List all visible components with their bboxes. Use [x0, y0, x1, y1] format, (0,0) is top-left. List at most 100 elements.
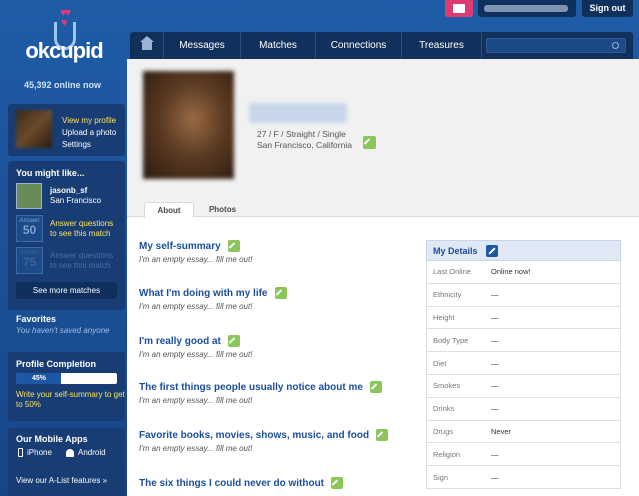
online-count: 45,392 online now [23, 80, 102, 90]
detail-value: — [491, 404, 499, 414]
detail-row: Height — [426, 306, 621, 330]
android-icon [66, 448, 74, 457]
settings-link[interactable]: Settings [62, 139, 116, 151]
favorites-title: Favorites [16, 314, 57, 324]
you-might-like-box: You might like... jasonb_sf San Francisc… [8, 161, 125, 310]
edit-pencil-icon[interactable] [274, 287, 287, 299]
detail-row: Diet — [426, 352, 621, 375]
detail-value: — [491, 472, 499, 482]
detail-value: — [491, 335, 499, 345]
detail-key: Diet [433, 358, 447, 368]
answer-card[interactable]: Answer 75 [16, 247, 43, 274]
sign-out-button[interactable]: Sign out [582, 0, 633, 17]
detail-value: Never [491, 426, 512, 436]
detail-row: Religion — [426, 443, 621, 467]
profile-basics-line1: 27 / F / Straight / Single [257, 129, 346, 139]
essay-title[interactable]: I'm really good at [139, 336, 221, 347]
logo-text: okcupid [25, 38, 103, 63]
answer-card[interactable]: Answer 50 [16, 215, 43, 242]
iphone-label: iPhone [27, 448, 52, 457]
detail-key: Drugs [433, 426, 454, 436]
my-profile-box: View my profile Upload a photo Settings [8, 104, 125, 156]
you-might-like-title: You might like... [16, 168, 85, 178]
detail-value: — [491, 290, 499, 300]
edit-pencil-icon[interactable] [376, 429, 389, 441]
nav-messages[interactable]: Messages [164, 32, 241, 59]
nav-matches[interactable]: Matches [241, 32, 316, 59]
okcupid-logo[interactable]: ♥♥ ♥ okcupid [14, 8, 114, 78]
detail-key: Religion [433, 449, 461, 459]
detail-row: Sign — [426, 466, 621, 489]
nav-treasures[interactable]: Treasures [402, 32, 482, 59]
essay-section: The first things people usually notice a… [139, 381, 382, 405]
mobile-apps-title: Our Mobile Apps [16, 434, 88, 444]
essay-section: I'm really good at I'm an empty essay...… [139, 335, 252, 359]
username-blurred [484, 5, 568, 12]
home-button[interactable] [130, 32, 164, 59]
profile-photo[interactable] [143, 71, 234, 179]
search-icon[interactable] [612, 42, 619, 49]
edit-pencil-icon[interactable] [369, 381, 382, 393]
android-label: Android [78, 448, 106, 457]
essay-title[interactable]: My self-summary [139, 241, 221, 252]
detail-key: Height [433, 312, 455, 322]
essay-section: The six things I could never do without [139, 477, 344, 489]
username-menu[interactable] [478, 0, 576, 17]
detail-row: Drinks — [426, 397, 621, 421]
edit-basics-pencil-icon[interactable] [363, 136, 376, 149]
detail-row: Ethnicity — [426, 283, 621, 307]
envelope-icon [453, 4, 465, 13]
answer-questions-link[interactable]: Answer questions to see this match [50, 219, 122, 239]
see-more-matches-button[interactable]: See more matches [16, 282, 117, 299]
messages-button[interactable] [445, 0, 473, 17]
match-username[interactable]: jasonb_sf [50, 186, 101, 196]
android-app-link[interactable]: Android [66, 448, 106, 457]
favorites-empty-text: You haven't saved anyone [16, 326, 110, 335]
detail-value: — [491, 358, 499, 368]
detail-value: Online now! [491, 267, 531, 277]
match-avatar[interactable] [16, 183, 42, 209]
edit-pencil-icon[interactable] [227, 335, 240, 347]
self-summary-link[interactable]: Write your self-summary to get to 50% [16, 390, 125, 410]
detail-key: Body Type [433, 335, 469, 345]
iphone-app-link[interactable]: iPhone [18, 448, 52, 457]
iphone-icon [18, 448, 23, 457]
upload-photo-link[interactable]: Upload a photo [62, 127, 116, 139]
profile-main: 27 / F / Straight / Single San Francisco… [127, 59, 639, 496]
profile-location: San Francisco, California [257, 140, 352, 150]
profile-header: 27 / F / Straight / Single San Francisco… [127, 59, 639, 218]
edit-pencil-icon[interactable] [227, 240, 240, 252]
profile-completion-title: Profile Completion [16, 359, 97, 369]
essay-empty-text: I'm an empty essay... fill me out! [139, 302, 253, 311]
my-avatar[interactable] [16, 110, 52, 148]
view-profile-link[interactable]: View my profile [62, 115, 116, 127]
answer-questions-link[interactable]: Answer questions to see this match [50, 251, 122, 271]
detail-value: — [491, 449, 499, 459]
nav-connections[interactable]: Connections [316, 32, 402, 59]
search-input[interactable] [486, 38, 626, 53]
completion-progress-bar: 45% [16, 373, 117, 384]
home-icon [139, 36, 154, 50]
essay-title[interactable]: Favorite books, movies, shows, music, an… [139, 430, 369, 441]
detail-row: Drugs Never [426, 420, 621, 444]
favorites-box: Favorites You haven't saved anyone [8, 310, 125, 346]
essay-title[interactable]: The first things people usually notice a… [139, 382, 363, 393]
main-nav: Messages Matches Connections Treasures [130, 32, 633, 59]
match-location: San Francisco [50, 196, 102, 205]
edit-pencil-icon[interactable] [331, 477, 344, 489]
a-list-link[interactable]: View our A-List features » [16, 476, 107, 485]
essay-title[interactable]: The six things I could never do without [139, 478, 324, 489]
essay-empty-text: I'm an empty essay... fill me out! [139, 396, 253, 405]
essay-empty-text: I'm an empty essay... fill me out! [139, 255, 253, 264]
edit-details-icon[interactable] [485, 244, 498, 257]
detail-row: Body Type — [426, 329, 621, 353]
profile-completion-box: Profile Completion 45% Write your self-s… [8, 352, 125, 421]
detail-key: Smokes [433, 381, 461, 391]
tab-about[interactable]: About [144, 202, 194, 218]
tab-photos[interactable]: Photos [200, 202, 245, 218]
essay-section: What I'm doing with my life I'm an empty… [139, 287, 287, 311]
my-details-panel: My Details Last Online Online now! Ethnic… [426, 240, 621, 489]
detail-key: Sign [433, 472, 449, 482]
detail-key: Ethnicity [433, 290, 462, 300]
essay-title[interactable]: What I'm doing with my life [139, 288, 268, 299]
